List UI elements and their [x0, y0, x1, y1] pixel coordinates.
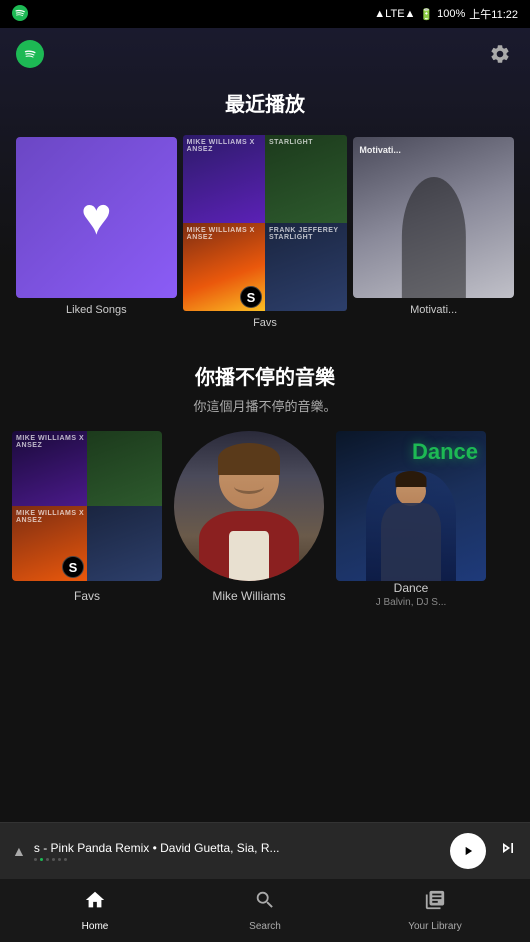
- dot-5: [58, 858, 61, 861]
- home-icon: [84, 889, 106, 917]
- favs-cell-3: MIKE WILLIAMS X ANSEZ S: [183, 223, 265, 311]
- favs-top-art: MIKE WILLIAMS X ANSEZ STARLIGHT: [183, 135, 348, 223]
- favs-label: Favs: [183, 317, 348, 329]
- dance-art: Dance: [336, 431, 486, 581]
- dance-label: Dance: [336, 581, 486, 595]
- favs-cell-4: FRANK JEFFEREY STARLIGHT: [265, 223, 347, 311]
- motivation-label: Motivati...: [410, 304, 457, 316]
- expand-player-button[interactable]: ▲: [12, 843, 26, 859]
- spotify-logo: [16, 40, 44, 68]
- motivation-art: Motivati...: [353, 137, 514, 298]
- dot-6: [64, 858, 67, 861]
- heart-icon: ♥: [81, 187, 112, 247]
- nav-library[interactable]: Your Library: [350, 889, 520, 932]
- playback-controls: [450, 833, 518, 869]
- liked-songs-card[interactable]: ♥ Liked Songs: [12, 133, 181, 331]
- recent-section-title: 最近播放: [0, 88, 530, 117]
- now-playing-bar[interactable]: ▲ s - Pink Panda Remix • David Guetta, S…: [0, 822, 530, 878]
- favs-large-card[interactable]: MIKE WILLIAMS X ANSEZ MIKE WILLIAMS X AN…: [12, 431, 162, 608]
- dance-card[interactable]: Dance Dance J Balvin, DJ S...: [336, 431, 486, 608]
- dot-2: [40, 858, 43, 861]
- play-pause-button[interactable]: [450, 833, 486, 869]
- search-label: Search: [249, 921, 281, 932]
- recommend-section-subtitle: 你這個月播不停的音樂。: [0, 396, 530, 415]
- status-bar: ▲LTE▲ 🔋 100% 上午11:22: [0, 0, 530, 28]
- library-icon: [424, 889, 446, 917]
- time: 上午11:22: [469, 6, 518, 22]
- library-label: Your Library: [408, 921, 462, 932]
- dot-3: [46, 858, 49, 861]
- favs-large-label: Favs: [74, 589, 100, 603]
- battery-icon: 🔋: [419, 8, 433, 21]
- mike-williams-card[interactable]: Mike Williams: [174, 431, 324, 608]
- recommend-section-title: 你播不停的音樂: [0, 361, 530, 390]
- recent-grid: ♥ Liked Songs MIKE WILLIAMS X ANSEZ STAR…: [0, 133, 530, 331]
- now-playing-info: s - Pink Panda Remix • David Guetta, Sia…: [34, 841, 442, 861]
- battery-percent: 100%: [437, 8, 465, 20]
- home-label: Home: [82, 921, 109, 932]
- dot-4: [52, 858, 55, 861]
- dot-1: [34, 858, 37, 861]
- motivation-card[interactable]: Motivati... Motivati...: [349, 133, 518, 331]
- favs-bottom-art: MIKE WILLIAMS X ANSEZ S FRANK JEFFEREY S…: [183, 223, 348, 311]
- settings-button[interactable]: [486, 40, 514, 68]
- fav-lg-cell1: MIKE WILLIAMS X ANSEZ: [12, 431, 87, 506]
- favs-large-art: MIKE WILLIAMS X ANSEZ MIKE WILLIAMS X AN…: [12, 431, 162, 581]
- nav-search[interactable]: Search: [180, 889, 350, 932]
- fav-lg-cell4: [87, 506, 162, 581]
- skip-next-button[interactable]: [498, 838, 518, 864]
- liked-songs-label: Liked Songs: [66, 304, 127, 316]
- recommend-scroll[interactable]: MIKE WILLIAMS X ANSEZ MIKE WILLIAMS X AN…: [12, 431, 518, 616]
- status-right: ▲LTE▲ 🔋 100% 上午11:22: [374, 6, 518, 22]
- search-icon: [254, 889, 276, 917]
- status-left: [12, 5, 28, 24]
- main-content: 最近播放 ♥ Liked Songs MIKE WILLIAMS X ANSEZ…: [0, 28, 530, 822]
- favs-cell-1: MIKE WILLIAMS X ANSEZ: [183, 135, 265, 223]
- mike-williams-art: [174, 431, 324, 581]
- liked-songs-art: ♥: [16, 137, 177, 298]
- fav-lg-cell2: [87, 431, 162, 506]
- fav-lg-cell3: MIKE WILLIAMS X ANSEZ S: [12, 506, 87, 581]
- now-playing-track: s - Pink Panda Remix • David Guetta, Sia…: [34, 841, 442, 855]
- header: [0, 28, 530, 76]
- favs-recent-card[interactable]: MIKE WILLIAMS X ANSEZ STARLIGHT MIKE WIL…: [181, 133, 350, 331]
- mike-williams-label: Mike Williams: [212, 589, 285, 603]
- recommend-scroll-section: MIKE WILLIAMS X ANSEZ MIKE WILLIAMS X AN…: [0, 431, 530, 616]
- dance-sublabel: J Balvin, DJ S...: [336, 597, 486, 608]
- signal-icon: ▲LTE▲: [374, 8, 415, 20]
- favs-cell-2: STARLIGHT: [265, 135, 347, 223]
- nav-home[interactable]: Home: [10, 889, 180, 932]
- bottom-nav: Home Search Your Library: [0, 878, 530, 942]
- spotify-logo-small: [12, 5, 28, 24]
- progress-dots: [34, 858, 442, 861]
